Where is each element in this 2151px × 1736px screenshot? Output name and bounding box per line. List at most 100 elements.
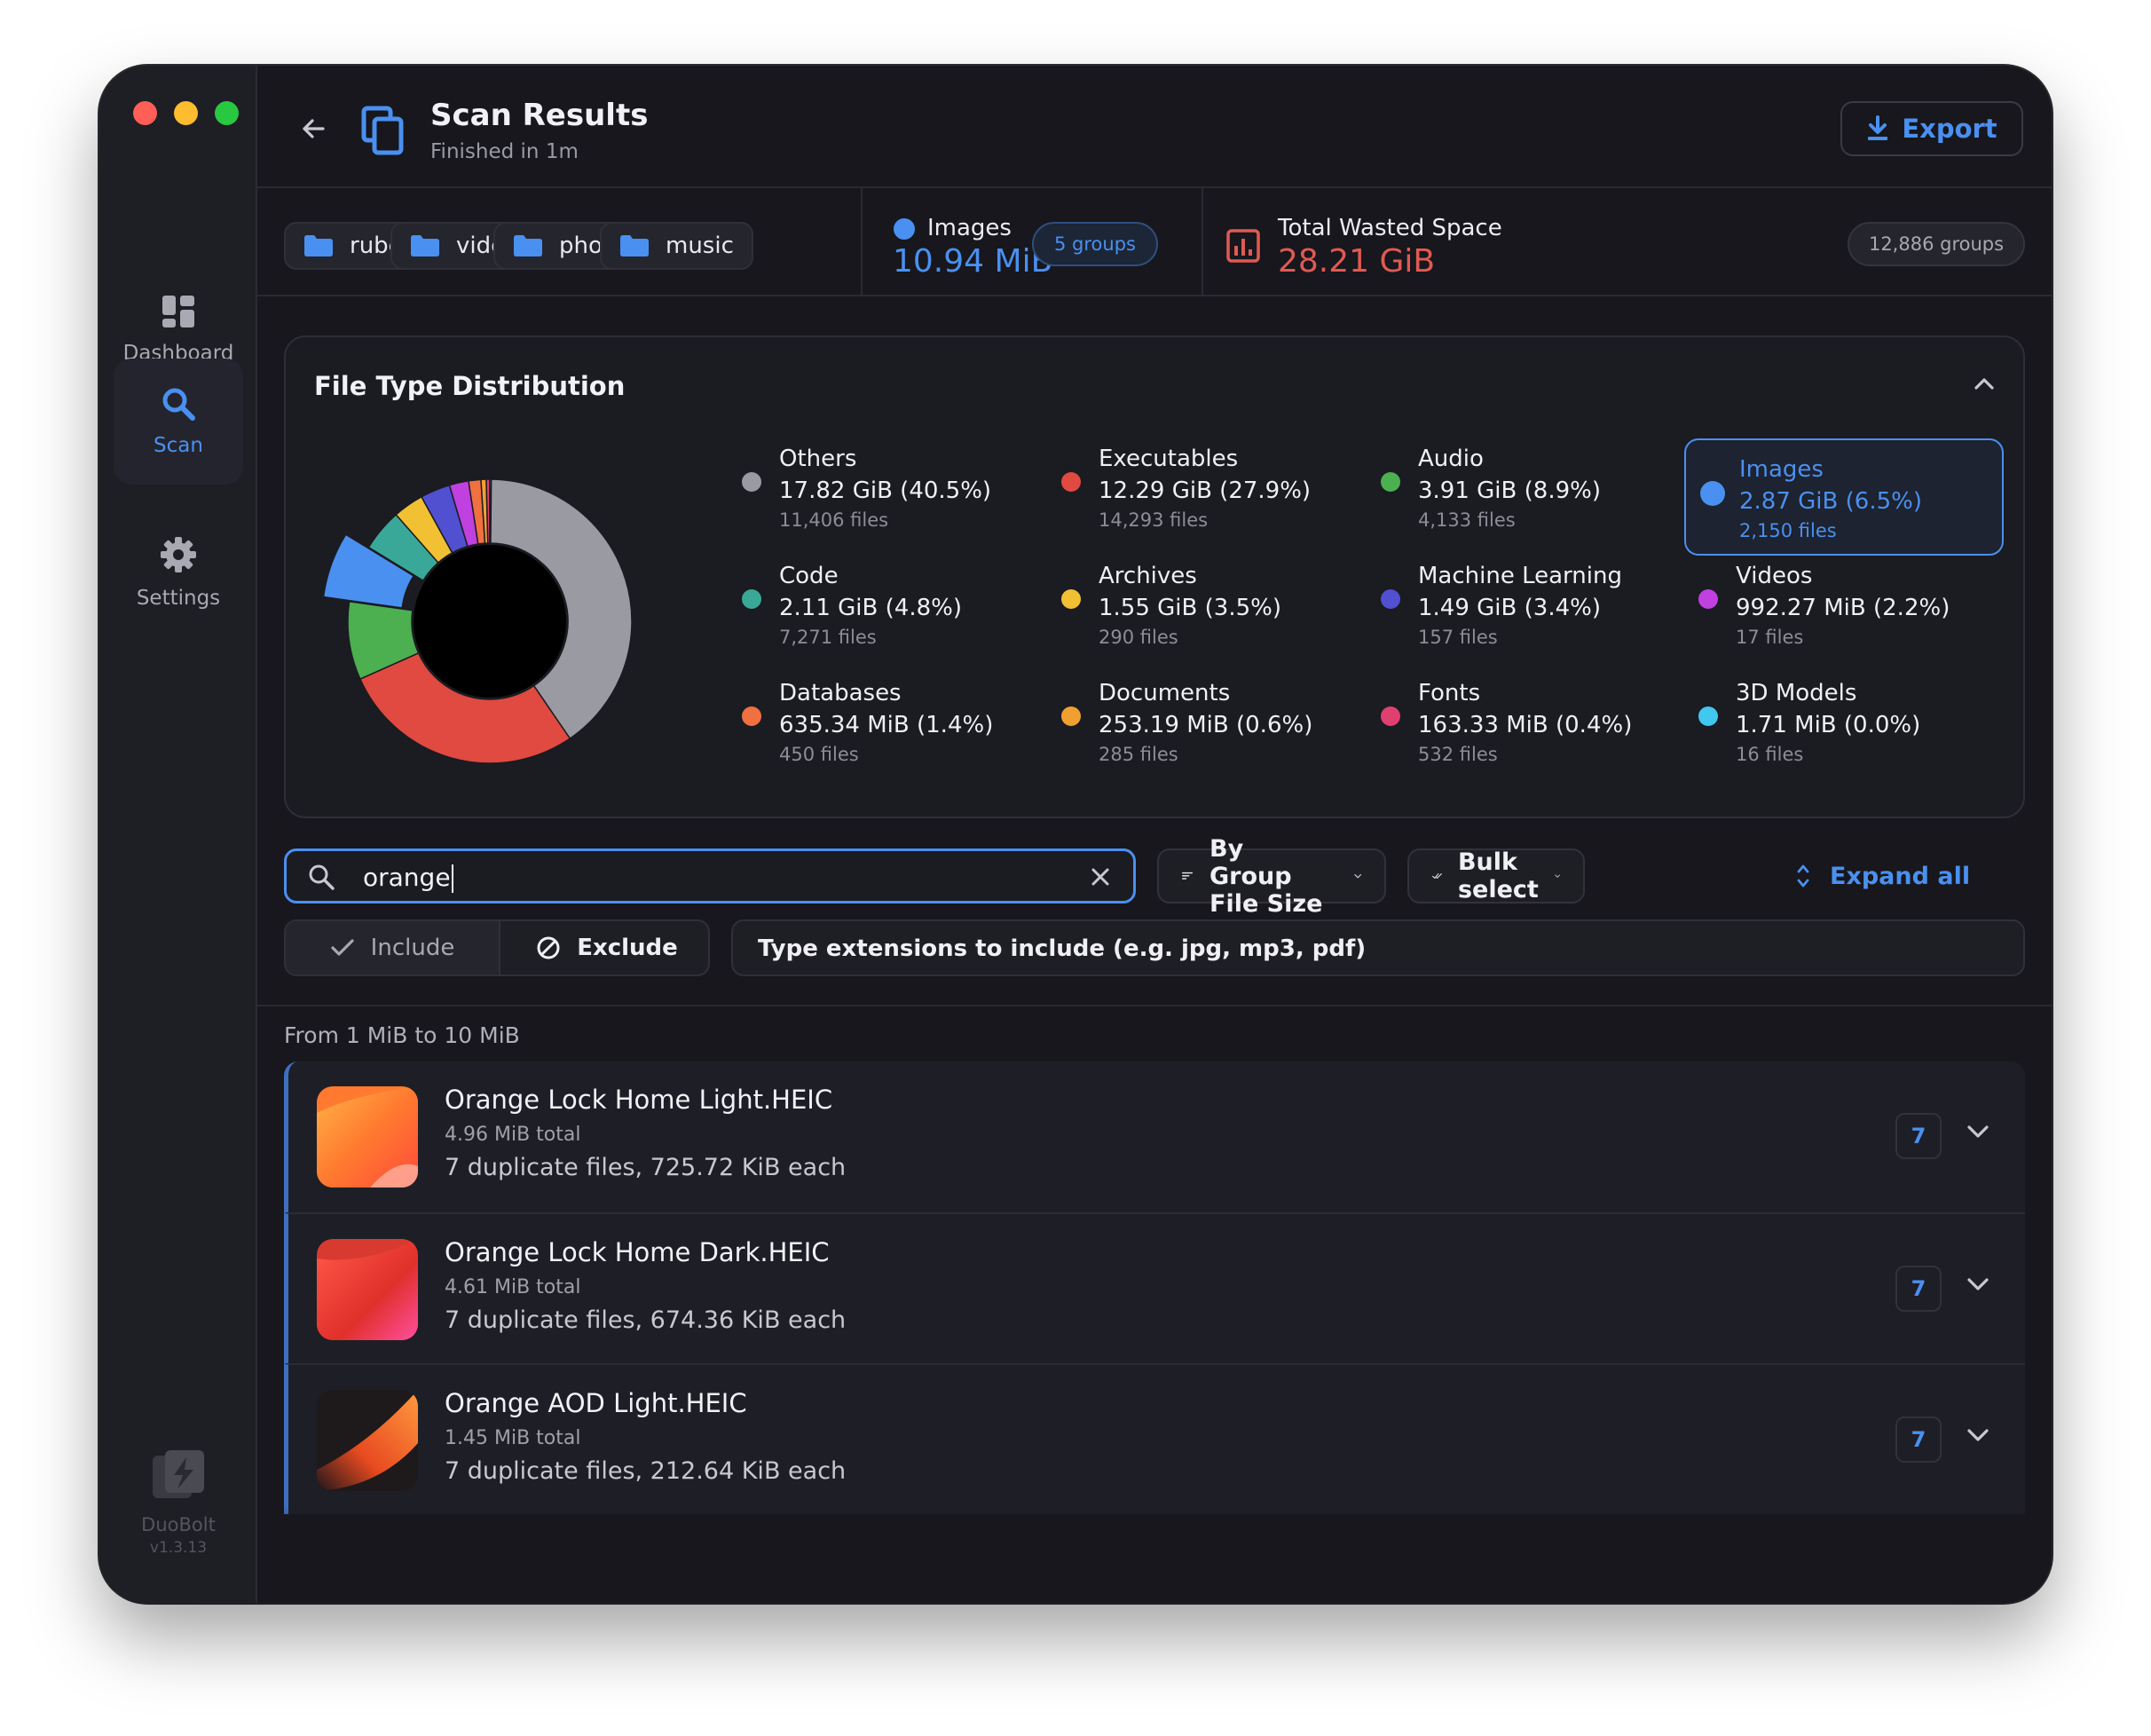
header: Scan Results Finished in 1m Export [257, 66, 2052, 188]
legend-name: 3D Models [1736, 680, 1857, 706]
legend-name: Others [779, 446, 857, 472]
main-content: Scan Results Finished in 1m Export ruben… [257, 66, 2052, 1603]
search-icon [162, 388, 195, 421]
legend-item-fonts[interactable]: Fonts 163.33 MiB (0.4%) 532 files [1381, 671, 1700, 788]
total-wasted-label: Total Wasted Space [1278, 215, 1502, 241]
include-option[interactable]: Include [286, 921, 499, 975]
bulk-select-dropdown[interactable]: Bulk select [1407, 848, 1585, 904]
legend-file-count: 14,293 files [1099, 509, 1209, 531]
total-groups-badge: 12,886 groups [1848, 222, 2025, 266]
list-fade-overlay [257, 1505, 2052, 1603]
legend-file-count: 450 files [779, 744, 859, 765]
sort-dropdown[interactable]: By Group File Size [1157, 835, 1386, 918]
export-button[interactable]: Export [1840, 101, 2023, 156]
duplicate-detail: 7 duplicate files, 212.64 KiB each [445, 1457, 847, 1485]
brand-version: v1.3.13 [149, 1539, 208, 1557]
legend-name: Fonts [1418, 680, 1481, 706]
chevron-down-icon[interactable] [1966, 1427, 1989, 1443]
back-arrow-icon[interactable] [300, 115, 327, 142]
legend-item-databases[interactable]: Databases 635.34 MiB (1.4%) 450 files [742, 671, 1061, 788]
clear-search-icon[interactable] [1091, 867, 1110, 887]
search-input[interactable]: orange [363, 863, 453, 893]
list-item[interactable]: Orange Lock Home Light.HEIC 4.96 MiB tot… [284, 1061, 2025, 1212]
include-exclude-toggle: Include Exclude [284, 919, 710, 976]
duplicate-files-icon [361, 106, 404, 155]
size-range-label: From 1 MiB to 10 MiB [284, 1022, 520, 1048]
minimize-window-button[interactable] [174, 101, 198, 125]
legend-item-images[interactable]: Images 2.87 GiB (6.5%) 2,150 files [1684, 438, 2004, 556]
legend-item-archives[interactable]: Archives 1.55 GiB (3.5%) 290 files [1061, 554, 1381, 671]
sidebar-item-settings[interactable]: Settings [114, 509, 243, 635]
legend-item-videos[interactable]: Videos 992.27 MiB (2.2%) 17 files [1698, 554, 2018, 671]
legend-color-dot [1381, 706, 1400, 726]
legend-color-dot [1381, 472, 1400, 492]
chevron-down-icon[interactable] [1966, 1276, 1989, 1292]
legend-file-count: 17 files [1736, 627, 1804, 648]
search-icon [309, 864, 335, 890]
chevron-down-icon[interactable] [1966, 1124, 1989, 1140]
folder-icon [304, 235, 333, 256]
legend-color-dot [1698, 589, 1718, 609]
legend-size: 163.33 MiB (0.4%) [1418, 712, 1633, 738]
duplicate-detail: 7 duplicate files, 725.72 KiB each [445, 1154, 847, 1181]
chevron-up-icon[interactable] [1974, 376, 1995, 391]
legend-item-code[interactable]: Code 2.11 GiB (4.8%) 7,271 files [742, 554, 1061, 671]
legend-name: Videos [1736, 563, 1813, 589]
legend-file-count: 16 files [1736, 744, 1804, 765]
chevron-down-icon [1353, 874, 1361, 879]
legend-item-machine-learning[interactable]: Machine Learning 1.49 GiB (3.4%) 157 fil… [1381, 554, 1700, 671]
donut-slice-3d-models[interactable] [489, 478, 492, 544]
legend-file-count: 4,133 files [1418, 509, 1516, 531]
expand-all-label: Expand all [1830, 862, 1971, 890]
results-list: Orange Lock Home Light.HEIC 4.96 MiB tot… [284, 1061, 2025, 1514]
legend-file-count: 157 files [1418, 627, 1498, 648]
file-type-donut-chart[interactable] [312, 444, 703, 799]
file-name: Orange Lock Home Dark.HEIC [445, 1237, 830, 1267]
legend-item-executables[interactable]: Executables 12.29 GiB (27.9%) 14,293 fil… [1061, 437, 1381, 554]
legend-size: 3.91 GiB (8.9%) [1418, 477, 1601, 504]
folder-icon [620, 235, 649, 256]
traffic-lights [133, 101, 239, 125]
page-title: Scan Results [430, 98, 649, 133]
legend-name: Executables [1099, 446, 1239, 472]
sort-lines-icon [1182, 872, 1194, 880]
list-item[interactable]: Orange Lock Home Dark.HEIC 4.61 MiB tota… [284, 1212, 2025, 1363]
legend-item-audio[interactable]: Audio 3.91 GiB (8.9%) 4,133 files [1381, 437, 1700, 554]
file-name: Orange Lock Home Light.HEIC [445, 1085, 833, 1115]
legend-item-documents[interactable]: Documents 253.19 MiB (0.6%) 285 files [1061, 671, 1381, 788]
sidebar-item-label: Settings [136, 587, 221, 610]
divider [257, 1005, 2052, 1006]
file-thumbnail [317, 1239, 418, 1340]
text-caret [451, 864, 453, 893]
folder-chip-music[interactable]: music [600, 222, 753, 270]
zoom-window-button[interactable] [215, 101, 239, 125]
bulk-select-label: Bulk select [1457, 848, 1539, 904]
extensions-input[interactable]: Type extensions to include (e.g. jpg, mp… [731, 919, 2025, 976]
legend-size: 1.49 GiB (3.4%) [1418, 595, 1601, 621]
legend-item-3d-models[interactable]: 3D Models 1.71 MiB (0.0%) 16 files [1698, 671, 2018, 788]
double-check-icon [1432, 873, 1442, 879]
search-field[interactable]: orange [284, 848, 1136, 904]
duplicate-count-badge: 7 [1895, 1113, 1942, 1159]
legend-color-dot [1061, 706, 1081, 726]
expand-all-button[interactable]: Expand all [1796, 848, 1970, 904]
legend-size: 992.27 MiB (2.2%) [1736, 595, 1950, 621]
chart-report-icon [1226, 229, 1260, 263]
legend-file-count: 285 files [1099, 744, 1178, 765]
exclude-option[interactable]: Exclude [500, 921, 708, 975]
file-type-distribution-panel: File Type Distribution Others 17.82 GiB … [284, 335, 2025, 818]
duplicate-detail: 7 duplicate files, 674.36 KiB each [445, 1306, 847, 1334]
sidebar-item-scan[interactable]: Scan [114, 359, 243, 485]
legend-size: 635.34 MiB (1.4%) [779, 712, 994, 738]
legend-color-dot [742, 472, 761, 492]
legend-color-dot [1061, 589, 1081, 609]
legend-item-others[interactable]: Others 17.82 GiB (40.5%) 11,406 files [742, 437, 1061, 554]
exclude-label: Exclude [577, 935, 678, 961]
file-thumbnail [317, 1390, 418, 1491]
panel-title: File Type Distribution [314, 371, 626, 401]
close-window-button[interactable] [133, 101, 157, 125]
divider [861, 188, 863, 296]
file-total-size: 4.61 MiB total [445, 1276, 581, 1298]
folder-chip-label: music [666, 233, 734, 259]
list-item[interactable]: Orange AOD Light.HEIC 1.45 MiB total 7 d… [284, 1363, 2025, 1514]
